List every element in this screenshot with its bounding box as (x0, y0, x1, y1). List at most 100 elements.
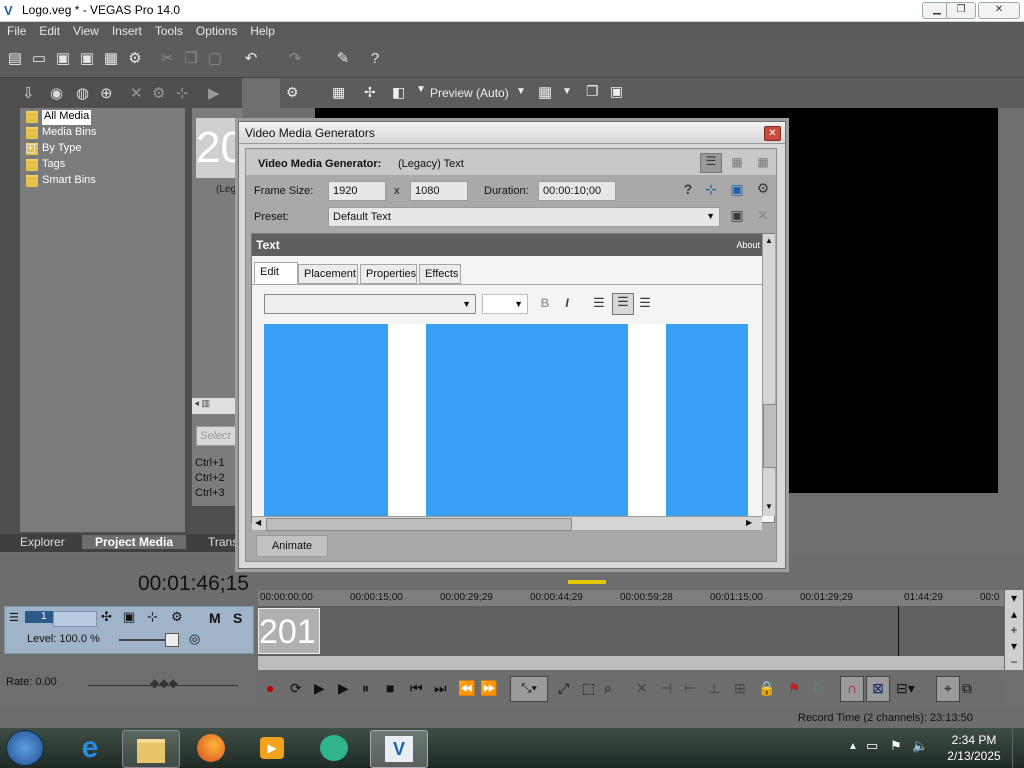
save-icon[interactable]: ▣ (54, 50, 72, 68)
ripple-icon[interactable]: ⊞ (734, 680, 746, 697)
pause-icon[interactable]: ⏸ (362, 680, 369, 697)
undo-icon[interactable]: ↶ (242, 50, 260, 68)
new-project-icon[interactable]: ▤ (6, 50, 24, 68)
thumb-scrollbar[interactable]: ◂ ▥ (192, 398, 242, 414)
overlays-icon[interactable]: ✢ (364, 84, 376, 101)
close-window-button[interactable]: ✕ (978, 2, 1020, 19)
menu-edit[interactable]: Edit (32, 22, 66, 38)
tab-project-media[interactable]: Project Media (82, 535, 186, 549)
match-media-icon[interactable]: ▣ (728, 181, 746, 198)
vertical-scrollbar[interactable]: ▲ ▼ (762, 234, 777, 516)
lock-envelopes-icon[interactable]: ⌖ (936, 676, 960, 702)
scroll-left-icon[interactable]: ◀ (255, 518, 261, 527)
import-media-icon[interactable]: ⇩ (22, 84, 35, 102)
track-motion-icon[interactable]: ✣ (101, 609, 112, 625)
remove-icon[interactable]: ✕ (130, 84, 143, 102)
clock[interactable]: 2:34 PM 2/13/2025 (940, 732, 1008, 764)
paste-icon[interactable]: ▢ (206, 50, 224, 68)
dropdown-chevron-icon[interactable]: ▼ (416, 84, 426, 95)
timeline-clip[interactable]: 201 (258, 608, 320, 654)
save-preset-icon[interactable]: ▣ (728, 207, 746, 224)
rate-handle-icon[interactable]: ◆◆◆ (150, 676, 178, 690)
lock-icon[interactable]: 🔒 (758, 680, 775, 697)
media-search-input[interactable]: Select (196, 426, 242, 446)
trim-icon[interactable]: ✎ (334, 50, 352, 68)
dialog-title-bar[interactable]: Video Media Generators (239, 122, 785, 144)
go-to-end-icon[interactable]: ⏭ (434, 680, 447, 697)
selection-tool-icon[interactable]: ⬚ (582, 680, 595, 697)
timeline-ruler[interactable]: 00:00:00;00 00:00:15;00 00:00:29;29 00:0… (258, 590, 1004, 606)
split-icon[interactable]: ⊹ (176, 84, 189, 102)
split-frame-icon[interactable]: ⊹ (702, 181, 720, 198)
tree-item-media-bins[interactable]: Media Bins (26, 126, 96, 141)
compositing-icon[interactable]: ⊹ (147, 609, 158, 625)
stop-icon[interactable]: ■ (386, 680, 394, 696)
go-to-start-icon[interactable]: ⏮ (410, 680, 423, 697)
timeline-scrollbar[interactable] (258, 656, 1004, 670)
get-media-icon[interactable]: ◍ (76, 84, 89, 102)
copy-snapshot-icon[interactable]: ❐ (586, 83, 599, 100)
bold-button[interactable]: B (538, 296, 552, 310)
internet-explorer-icon[interactable]: e (62, 730, 118, 766)
play-media-icon[interactable]: ▶ (208, 84, 220, 102)
zoom-tool-icon[interactable]: ⌕ (604, 680, 612, 697)
menu-tools[interactable]: Tools (148, 22, 189, 38)
copy-icon[interactable]: ❐ (182, 50, 200, 68)
split-tool-icon[interactable]: ⊥ (708, 680, 720, 697)
dialog-close-button[interactable]: ✕ (764, 126, 781, 141)
properties-gear-icon[interactable]: ⚙ (126, 50, 144, 68)
auto-ripple-icon[interactable]: ⊟▾ (896, 680, 915, 697)
about-link[interactable]: About (736, 240, 760, 250)
grid-icon[interactable]: ▦ (538, 83, 552, 101)
open-folder-icon[interactable]: ▭ (30, 50, 48, 68)
video-track-lane[interactable]: 201 (258, 606, 1004, 656)
start-button-icon[interactable] (6, 730, 44, 766)
file-explorer-icon[interactable] (122, 730, 180, 768)
layout-grid-icon[interactable]: ▦ (728, 155, 746, 169)
capture-icon[interactable]: ◉ (50, 84, 63, 102)
restore-button[interactable]: ❐ (946, 2, 976, 19)
save-snapshot-icon[interactable]: ▣ (610, 83, 623, 100)
scroll-down-icon[interactable]: ▼ (765, 502, 773, 511)
menu-options[interactable]: Options (189, 22, 243, 38)
envelope-tool-icon[interactable]: ⤢ (558, 680, 569, 697)
align-right-icon[interactable]: ☰ (636, 295, 654, 311)
volume-muted-icon[interactable]: 🔈 (912, 738, 928, 754)
solo-button[interactable]: S (233, 610, 242, 626)
snapping-magnet-icon[interactable]: ∩ (840, 676, 864, 702)
delete-preset-icon[interactable]: ✕ (754, 207, 772, 224)
frame-height-input[interactable]: 1080 (410, 181, 468, 201)
tree-item-smart-bins[interactable]: Smart Bins (26, 174, 96, 189)
show-desktop-button[interactable] (1012, 728, 1024, 768)
level-slider-handle[interactable] (165, 633, 179, 647)
italic-button[interactable]: I (560, 296, 574, 310)
preview-quality-select[interactable]: Preview (Auto) (430, 86, 509, 100)
vegas-taskbar-icon[interactable]: V (370, 730, 428, 768)
next-frame-icon[interactable]: ⏩ (480, 680, 497, 697)
tab-transitions[interactable]: Trans (208, 535, 238, 549)
delete-icon[interactable]: ✕ (636, 680, 648, 697)
loop-region-marker[interactable] (568, 580, 606, 588)
font-family-select[interactable]: ▼ (264, 294, 476, 314)
menu-view[interactable]: View (66, 22, 105, 38)
frame-width-input[interactable]: 1920 (328, 181, 386, 201)
font-size-select[interactable]: ▼ (482, 294, 528, 314)
scroll-up-icon[interactable]: ▲ (765, 236, 773, 245)
duration-input[interactable]: 00:00:10;00 (538, 181, 616, 201)
scroll-right-icon[interactable]: ▶ (746, 518, 752, 527)
marker-icon[interactable]: ⚑ (788, 680, 801, 697)
trim-start-icon[interactable]: ⊣ (660, 680, 672, 697)
redo-icon[interactable]: ↷ (286, 50, 304, 68)
quality-chevron-down-icon[interactable]: ▼ (516, 86, 526, 97)
zoom-controls[interactable]: ▾ ▴ + ▾ − (1005, 590, 1023, 670)
track-settings-gear-icon[interactable]: ⚙ (171, 609, 183, 625)
align-center-icon[interactable]: ☰ (612, 293, 634, 315)
grid-chevron-down-icon[interactable]: ▼ (562, 86, 572, 97)
trim-end-icon[interactable]: ⊢ (684, 680, 696, 697)
fx-gear-icon[interactable]: ⚙ (152, 84, 165, 102)
expand-icon[interactable]: + (26, 144, 35, 153)
render-icon[interactable]: ▦ (102, 50, 120, 68)
chat-app-icon[interactable] (306, 730, 362, 766)
tree-item-all-media[interactable]: All Media (26, 110, 92, 125)
layout-tiles-icon[interactable]: ▦ (754, 155, 772, 169)
